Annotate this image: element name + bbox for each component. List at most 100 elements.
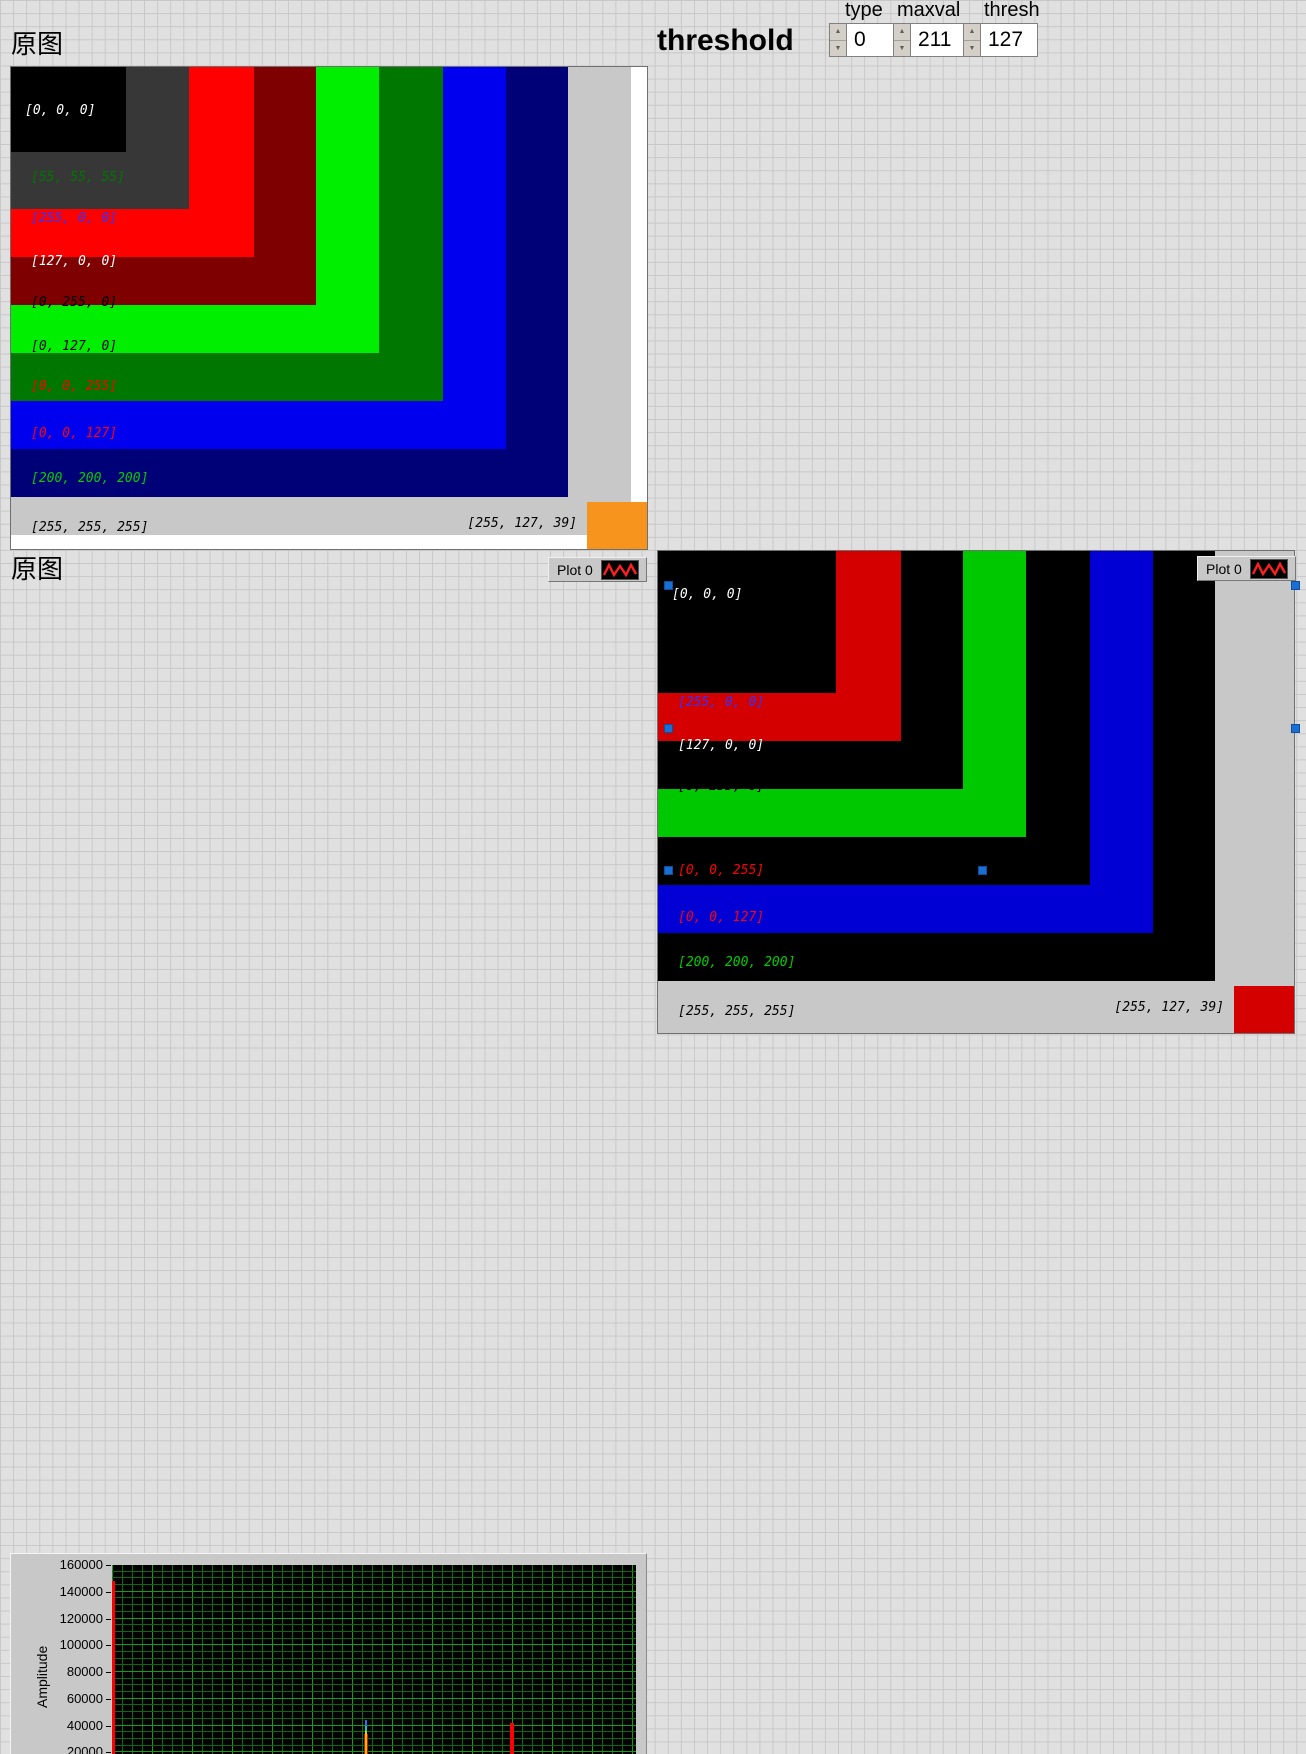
threshold-graph-title: threshold bbox=[659, 557, 781, 583]
spinner-down-icon[interactable]: ▼ bbox=[964, 41, 980, 57]
gridline-vertical bbox=[292, 1565, 293, 1754]
gridline-vertical bbox=[352, 1565, 353, 1754]
gridline-vertical bbox=[252, 1565, 253, 1754]
spinner-up-icon[interactable]: ▲ bbox=[894, 24, 910, 41]
histogram-spike bbox=[112, 1581, 115, 1754]
band-label: [0, 0, 0] bbox=[672, 587, 742, 602]
band-label: [255, 255, 255] bbox=[31, 520, 148, 535]
y-axis-tick-label: 80000 bbox=[67, 1665, 103, 1678]
gridline-vertical bbox=[562, 1565, 563, 1754]
plot-area[interactable] bbox=[112, 1565, 636, 1754]
y-axis-tick-label: 60000 bbox=[67, 1692, 103, 1705]
original-graph-legend[interactable]: Plot 0 bbox=[548, 557, 647, 582]
gridline-vertical bbox=[332, 1565, 333, 1754]
maxval-label: maxval bbox=[897, 0, 960, 20]
gridline-horizontal bbox=[112, 1577, 636, 1578]
original-image-panel[interactable]: [0, 0, 0][55, 55, 55][255, 0, 0][127, 0,… bbox=[10, 66, 648, 550]
spinner-down-icon[interactable]: ▼ bbox=[830, 41, 846, 57]
waveform-icon bbox=[603, 562, 637, 578]
original-histogram-graph[interactable]: 0200004000060000800001000001200001400001… bbox=[10, 1553, 647, 1754]
band-label: [0, 0, 255] bbox=[31, 379, 117, 394]
threshold-image-panel[interactable]: [0, 0, 0][255, 0, 0][127, 0, 0][0, 255, … bbox=[657, 550, 1295, 1034]
y-axis-tick-label: 40000 bbox=[67, 1719, 103, 1732]
gridline-vertical bbox=[552, 1565, 553, 1754]
gridline-vertical bbox=[532, 1565, 533, 1754]
gridline-horizontal bbox=[112, 1611, 636, 1612]
spinner-up-icon[interactable]: ▲ bbox=[964, 24, 980, 41]
band-label: [0, 255, 0] bbox=[31, 295, 117, 310]
gridline-horizontal bbox=[112, 1597, 636, 1598]
original-image-title: 原图 bbox=[11, 32, 63, 58]
band-label: [127, 0, 0] bbox=[678, 738, 764, 753]
gridline-vertical bbox=[192, 1565, 193, 1754]
y-axis-tick-mark bbox=[106, 1752, 111, 1753]
gridline-horizontal bbox=[112, 1678, 636, 1679]
band-label: [0, 0, 0] bbox=[25, 103, 95, 118]
gridline-horizontal bbox=[112, 1671, 636, 1672]
y-axis-tick-mark bbox=[106, 1592, 111, 1593]
y-axis-tick-label: 160000 bbox=[60, 1558, 103, 1571]
gridline-horizontal bbox=[112, 1751, 636, 1752]
gridline-horizontal bbox=[112, 1684, 636, 1685]
band-label: [255, 255, 255] bbox=[678, 1004, 795, 1019]
gridline-horizontal bbox=[112, 1604, 636, 1605]
threshold-graph-legend[interactable]: Plot 0 bbox=[1197, 556, 1296, 581]
gridline-horizontal bbox=[112, 1664, 636, 1665]
legend-waveform-icon[interactable] bbox=[1250, 559, 1288, 579]
gridline-vertical bbox=[442, 1565, 443, 1754]
selection-handle-mr[interactable] bbox=[1291, 724, 1300, 733]
selection-handle-ml[interactable] bbox=[664, 724, 673, 733]
selection-handle-tr[interactable] bbox=[1291, 581, 1300, 590]
gridline-horizontal bbox=[112, 1731, 636, 1732]
gridline-vertical bbox=[152, 1565, 153, 1754]
gridline-vertical bbox=[362, 1565, 363, 1754]
selection-handle-br[interactable] bbox=[978, 866, 987, 875]
band-label: [0, 0, 127] bbox=[678, 910, 764, 925]
type-input[interactable]: 0 bbox=[846, 23, 899, 57]
gridline-vertical bbox=[432, 1565, 433, 1754]
gridline-vertical bbox=[502, 1565, 503, 1754]
thresh-control[interactable]: ▲ ▼ 127 bbox=[963, 23, 1038, 57]
gridline-horizontal bbox=[112, 1651, 636, 1652]
legend-plot-label: Plot 0 bbox=[1202, 561, 1250, 577]
gridline-horizontal bbox=[112, 1631, 636, 1632]
gridline-horizontal bbox=[112, 1591, 636, 1592]
gridline-horizontal bbox=[112, 1584, 636, 1585]
thresh-spinner[interactable]: ▲ ▼ bbox=[963, 23, 980, 57]
legend-waveform-icon[interactable] bbox=[601, 560, 639, 580]
maxval-spinner[interactable]: ▲ ▼ bbox=[893, 23, 910, 57]
thresh-input[interactable]: 127 bbox=[980, 23, 1038, 57]
gridline-vertical bbox=[452, 1565, 453, 1754]
selection-handle-bl[interactable] bbox=[664, 866, 673, 875]
band-label: [0, 255, 0] bbox=[678, 779, 764, 794]
waveform-icon bbox=[1252, 561, 1286, 577]
type-spinner[interactable]: ▲ ▼ bbox=[829, 23, 846, 57]
spinner-down-icon[interactable]: ▼ bbox=[894, 41, 910, 57]
band-label: [0, 127, 0] bbox=[31, 339, 117, 354]
band-label: [200, 200, 200] bbox=[31, 471, 148, 486]
y-axis-tick-mark bbox=[106, 1645, 111, 1646]
gridline-vertical bbox=[572, 1565, 573, 1754]
spinner-up-icon[interactable]: ▲ bbox=[830, 24, 846, 41]
gridline-horizontal bbox=[112, 1711, 636, 1712]
y-axis-tick-mark bbox=[106, 1726, 111, 1727]
type-control[interactable]: ▲ ▼ 0 bbox=[829, 23, 899, 57]
gridline-vertical bbox=[422, 1565, 423, 1754]
gridline-vertical bbox=[472, 1565, 473, 1754]
corner-swatch-label: [255, 127, 39] bbox=[467, 516, 577, 531]
selection-handle-tl[interactable] bbox=[664, 581, 673, 590]
band-label: [0, 0, 255] bbox=[678, 863, 764, 878]
gridline-vertical bbox=[162, 1565, 163, 1754]
threshold-title: threshold bbox=[657, 26, 794, 56]
maxval-control[interactable]: ▲ ▼ 211 bbox=[893, 23, 972, 57]
thresh-label: thresh bbox=[984, 0, 1040, 20]
y-axis-tick-label: 20000 bbox=[67, 1745, 103, 1754]
y-axis-tick-mark bbox=[106, 1672, 111, 1673]
gridline-vertical bbox=[392, 1565, 393, 1754]
histogram-spike bbox=[365, 1731, 367, 1754]
band-label: [200, 200, 200] bbox=[678, 955, 795, 970]
gridline-vertical bbox=[272, 1565, 273, 1754]
gridline-vertical bbox=[222, 1565, 223, 1754]
gridline-vertical bbox=[142, 1565, 143, 1754]
gridline-vertical bbox=[382, 1565, 383, 1754]
